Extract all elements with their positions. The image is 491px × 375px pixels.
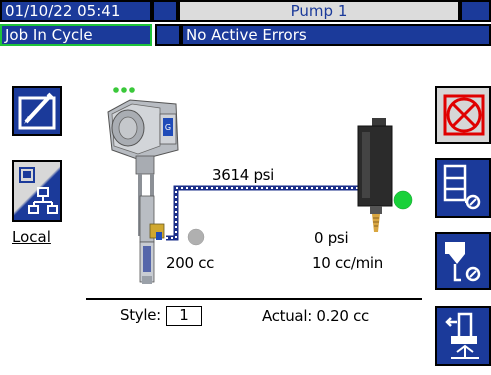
network-button[interactable] [12,160,62,222]
valve-status-circle [393,190,413,210]
pump-volume-readout: 200 cc [166,254,215,272]
dispense-valve-icon [357,118,393,232]
flow-rate-readout: 10 cc/min [312,254,383,272]
dispense-valve-button[interactable] [435,232,491,290]
header-nav-button-right[interactable] [460,0,491,22]
edit-icon [18,92,56,130]
system-diagram: G [107,87,413,284]
pump-icon [445,312,479,359]
pump-motor-icon: G [107,99,179,175]
indicator-dots [113,87,135,93]
network-icon [19,167,58,214]
pump-title[interactable]: Pump 1 [178,0,460,22]
outlet-pressure-readout: 0 psi [314,229,349,247]
line-pressure-readout: 3614 psi [212,166,275,184]
svg-text:G: G [165,123,171,132]
footer-divider [86,298,422,300]
dispense-valve-icon [445,242,481,282]
pump-control-button[interactable] [435,306,491,366]
pump-status-circle [187,228,205,246]
error-nav-button[interactable] [155,24,181,46]
edit-button[interactable] [12,86,62,136]
datetime-display: 01/10/22 05:41 [0,0,152,22]
recipe-button[interactable] [435,158,491,218]
actual-readout: Actual: 0.20 cc [262,307,369,325]
local-link[interactable]: Local [12,228,51,246]
recipe-icon [443,164,481,210]
active-errors-text: No Active Errors [181,24,491,46]
header-nav-button-left[interactable] [152,0,178,22]
stop-icon [443,94,485,136]
job-status: Job In Cycle [0,24,152,46]
pump-lower-icon [138,174,165,284]
style-field[interactable]: 1 [166,306,202,326]
stop-button[interactable] [435,86,491,144]
style-label: Style: [120,306,161,324]
